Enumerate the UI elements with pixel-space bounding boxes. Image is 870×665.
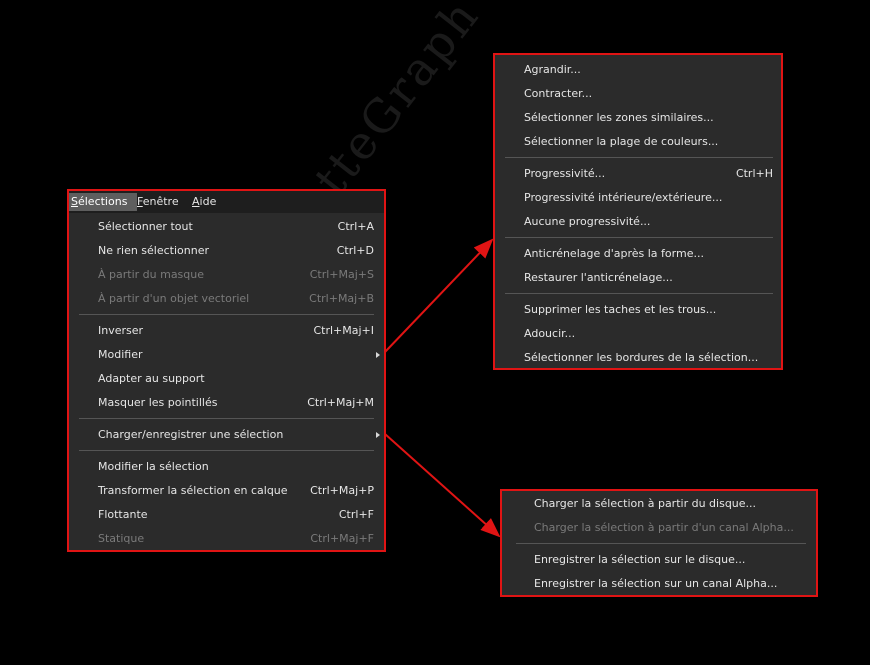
menu-item-label: Modifier la sélection — [98, 460, 209, 473]
menu-item-shortcut: Ctrl+F — [338, 508, 374, 521]
menu-item-ne-rien-selectionner[interactable]: Ne rien sélectionner Ctrl+D — [69, 239, 384, 263]
submenu-arrow-icon — [376, 352, 380, 358]
menu-item-shortcut: Ctrl+Maj+S — [309, 268, 374, 281]
menu-separator — [79, 418, 374, 419]
menu-item-modifier[interactable]: Modifier — [69, 343, 384, 367]
menubar-item-window[interactable]: Fenêtre — [135, 193, 181, 211]
menu-item-shortcut: Ctrl+Maj+P — [310, 484, 374, 497]
selections-menu: Sélections Fenêtre Aide Sélectionner tou… — [67, 189, 386, 552]
menubar-item-help[interactable]: Aide — [190, 193, 218, 211]
menu-item-modifier-la-selection[interactable]: Modifier la sélection — [69, 455, 384, 479]
menu-item-transformer-la-selection-en-calque[interactable]: Transformer la sélection en calque Ctrl+M… — [69, 479, 384, 503]
menu-item-aucune-progressivite[interactable]: Aucune progressivité... — [495, 210, 781, 234]
menu-item-selectionner-les-bordures-de-la-selection[interactable]: Sélectionner les bordures de la sélectio… — [495, 346, 781, 370]
menubar-item-selections[interactable]: Sélections — [69, 193, 138, 211]
menu-item-shortcut: Ctrl+A — [337, 220, 374, 233]
submenu-arrow-icon — [376, 432, 380, 438]
menu-item-label: Inverser — [98, 324, 144, 337]
screenshot-canvas: VioletteGraph Sélections Fenêtre Aide Sé… — [0, 0, 870, 665]
menu-item-label: Sélectionner les bordures de la sélectio… — [524, 351, 759, 364]
menu-item-charger-enregistrer-une-selection[interactable]: Charger/enregistrer une sélection — [69, 423, 384, 447]
menu-item-inverser[interactable]: Inverser Ctrl+Maj+I — [69, 319, 384, 343]
menu-item-progressivite-interieure-exterieure[interactable]: Progressivité intérieure/extérieure... — [495, 186, 781, 210]
menu-item-label: Masquer les pointillés — [98, 396, 218, 409]
menu-separator — [79, 314, 374, 315]
menu-item-label: Supprimer les taches et les trous... — [524, 303, 717, 316]
menu-item-label: Transformer la sélection en calque — [98, 484, 288, 497]
menu-item-label: Flottante — [98, 508, 148, 521]
menu-item-label: Agrandir... — [524, 63, 581, 76]
menu-item-supprimer-les-taches-et-les-trous[interactable]: Supprimer les taches et les trous... — [495, 298, 781, 322]
arrow-to-load-save-submenu — [384, 433, 501, 538]
menu-item-label: Enregistrer la sélection sur le disque..… — [534, 553, 746, 566]
menu-item-anticrenelage-d-apres-la-forme[interactable]: Anticrénelage d'après la forme... — [495, 242, 781, 266]
menu-item-a-partir-du-masque: À partir du masque Ctrl+Maj+S — [69, 263, 384, 287]
menu-item-label: Contracter... — [524, 87, 593, 100]
menu-item-a-partir-d-un-objet-vectoriel: À partir d'un objet vectoriel Ctrl+Maj+B — [69, 287, 384, 311]
menu-item-label: Charger/enregistrer une sélection — [98, 428, 284, 441]
menu-item-shortcut: Ctrl+Maj+F — [310, 532, 374, 545]
menu-item-label: Statique — [98, 532, 145, 545]
menu-bar: Sélections Fenêtre Aide — [69, 191, 384, 213]
menu-item-shortcut: Ctrl+Maj+M — [307, 396, 374, 409]
menu-item-charger-la-selection-a-partir-d-un-canal-alpha: Charger la sélection à partir d'un canal… — [502, 516, 816, 540]
menu-separator — [505, 237, 773, 238]
menu-item-label: Aucune progressivité... — [524, 215, 651, 228]
menu-item-label: Progressivité intérieure/extérieure... — [524, 191, 723, 204]
menu-item-label: Restaurer l'anticrénelage... — [524, 271, 673, 284]
menu-item-label: Sélectionner tout — [98, 220, 193, 233]
arrow-to-modify-submenu — [384, 238, 494, 353]
menu-separator — [79, 450, 374, 451]
menu-item-label: Adapter au support — [98, 372, 205, 385]
menu-item-label: Adoucir... — [524, 327, 576, 340]
menu-item-label: Sélectionner les zones similaires... — [524, 111, 714, 124]
menu-item-label: Sélectionner la plage de couleurs... — [524, 135, 719, 148]
menu-item-charger-la-selection-a-partir-du-disque[interactable]: Charger la sélection à partir du disque.… — [502, 492, 816, 516]
menu-item-label: Charger la sélection à partir d'un canal… — [534, 521, 794, 534]
menu-item-label: Progressivité... — [524, 167, 606, 180]
menu-item-selectionner-la-plage-de-couleurs[interactable]: Sélectionner la plage de couleurs... — [495, 130, 781, 154]
menu-item-shortcut: Ctrl+Maj+I — [313, 324, 374, 337]
menu-item-label: Anticrénelage d'après la forme... — [524, 247, 704, 260]
menu-item-masquer-les-pointilles[interactable]: Masquer les pointillés Ctrl+Maj+M — [69, 391, 384, 415]
menu-separator — [516, 543, 806, 544]
menu-item-label: Charger la sélection à partir du disque.… — [534, 497, 757, 510]
menu-item-adapter-au-support[interactable]: Adapter au support — [69, 367, 384, 391]
menu-item-enregistrer-la-selection-sur-un-canal-alpha[interactable]: Enregistrer la sélection sur un canal Al… — [502, 572, 816, 596]
menu-separator — [505, 293, 773, 294]
menu-item-enregistrer-la-selection-sur-le-disque[interactable]: Enregistrer la sélection sur le disque..… — [502, 548, 816, 572]
menu-item-label: À partir du masque — [98, 268, 205, 281]
load-save-submenu: Charger la sélection à partir du disque.… — [500, 489, 818, 597]
menu-item-label: Ne rien sélectionner — [98, 244, 210, 257]
menu-item-restaurer-l-anticrenelage[interactable]: Restaurer l'anticrénelage... — [495, 266, 781, 290]
menu-item-label: Modifier — [98, 348, 143, 361]
menu-item-shortcut: Ctrl+D — [336, 244, 374, 257]
menu-item-flottante[interactable]: Flottante Ctrl+F — [69, 503, 384, 527]
modify-submenu: Agrandir... Contracter... Sélectionner les… — [493, 53, 783, 370]
menu-item-label: Enregistrer la sélection sur un canal Al… — [534, 577, 778, 590]
menu-separator — [505, 157, 773, 158]
menu-item-shortcut: Ctrl+Maj+B — [309, 292, 374, 305]
menu-item-adoucir[interactable]: Adoucir... — [495, 322, 781, 346]
menu-item-statique: Statique Ctrl+Maj+F — [69, 527, 384, 551]
menu-item-agrandir[interactable]: Agrandir... — [495, 58, 781, 82]
menu-item-label: À partir d'un objet vectoriel — [98, 292, 250, 305]
menu-item-shortcut: Ctrl+H — [735, 167, 773, 180]
menu-item-contracter[interactable]: Contracter... — [495, 82, 781, 106]
menu-item-selectionner-les-zones-similaires[interactable]: Sélectionner les zones similaires... — [495, 106, 781, 130]
menu-item-selectionner-tout[interactable]: Sélectionner tout Ctrl+A — [69, 215, 384, 239]
menu-item-progressivite[interactable]: Progressivité... Ctrl+H — [495, 162, 781, 186]
